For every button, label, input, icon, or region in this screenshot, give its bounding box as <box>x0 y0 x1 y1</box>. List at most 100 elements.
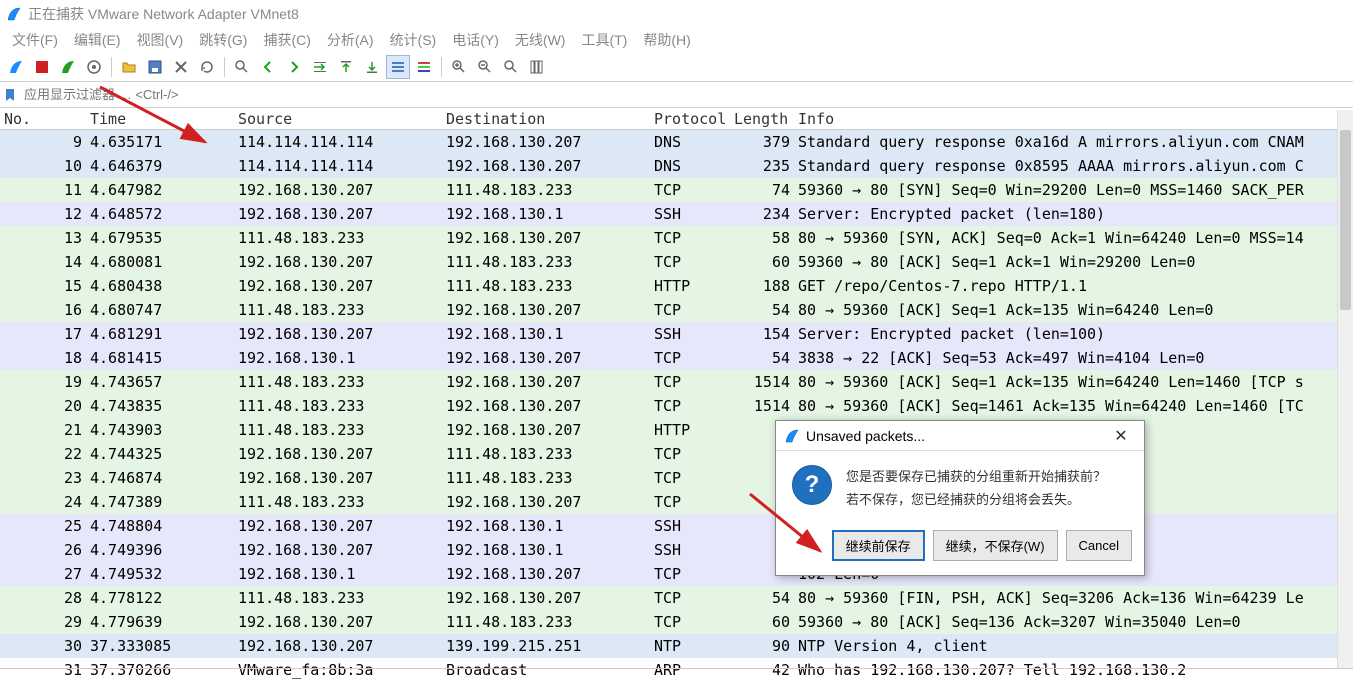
menu-capture[interactable]: 捕获(C) <box>257 28 316 52</box>
header-length[interactable]: Length <box>734 110 798 128</box>
packet-row[interactable]: 194.743657111.48.183.233192.168.130.207T… <box>0 370 1353 394</box>
cell-info: Server: Encrypted packet (len=180) <box>798 205 1353 223</box>
go-last-icon[interactable] <box>360 55 384 79</box>
cell-time: 4.680438 <box>90 277 238 295</box>
packet-row[interactable]: 3037.333085192.168.130.207139.199.215.25… <box>0 634 1353 658</box>
close-icon[interactable]: ✕ <box>1106 421 1136 451</box>
go-first-icon[interactable] <box>334 55 358 79</box>
menu-file[interactable]: 文件(F) <box>6 28 64 52</box>
save-file-icon[interactable] <box>143 55 167 79</box>
packet-row[interactable]: 234.746874192.168.130.207111.48.183.233T… <box>0 466 1353 490</box>
packet-row[interactable]: 274.749532192.168.130.1192.168.130.207TC… <box>0 562 1353 586</box>
cell-info: Server: Encrypted packet (len=100) <box>798 325 1353 343</box>
capture-options-icon[interactable] <box>82 55 106 79</box>
menu-view[interactable]: 视图(V) <box>131 28 190 52</box>
cell-source: 192.168.130.207 <box>238 325 446 343</box>
header-no[interactable]: No. <box>0 110 90 128</box>
cell-protocol: TCP <box>654 373 734 391</box>
colorize-icon[interactable] <box>412 55 436 79</box>
start-capture-icon[interactable] <box>4 55 28 79</box>
packet-row[interactable]: 294.779639192.168.130.207111.48.183.233T… <box>0 610 1353 634</box>
stop-capture-icon[interactable] <box>30 55 54 79</box>
dialog-title-text: Unsaved packets... <box>806 428 1106 444</box>
packet-row[interactable]: 244.747389111.48.183.233192.168.130.207T… <box>0 490 1353 514</box>
packet-row[interactable]: 94.635171114.114.114.114192.168.130.207D… <box>0 130 1353 154</box>
cell-source: 192.168.130.1 <box>238 349 446 367</box>
packet-row[interactable]: 174.681291192.168.130.207192.168.130.1SS… <box>0 322 1353 346</box>
open-file-icon[interactable] <box>117 55 141 79</box>
cancel-button[interactable]: Cancel <box>1066 530 1132 561</box>
packet-row[interactable]: 114.647982192.168.130.207111.48.183.233T… <box>0 178 1353 202</box>
cell-no: 26 <box>0 541 90 559</box>
cell-no: 21 <box>0 421 90 439</box>
packet-row[interactable]: 164.680747111.48.183.233192.168.130.207T… <box>0 298 1353 322</box>
go-to-packet-icon[interactable] <box>308 55 332 79</box>
packet-row[interactable]: 144.680081192.168.130.207111.48.183.233T… <box>0 250 1353 274</box>
vertical-scrollbar[interactable] <box>1337 110 1353 668</box>
packet-row[interactable]: 224.744325192.168.130.207111.48.183.233T… <box>0 442 1353 466</box>
packet-row[interactable]: 284.778122111.48.183.233192.168.130.207T… <box>0 586 1353 610</box>
cell-protocol: TCP <box>654 301 734 319</box>
packet-row[interactable]: 184.681415192.168.130.1192.168.130.207TC… <box>0 346 1353 370</box>
menu-edit[interactable]: 编辑(E) <box>68 28 127 52</box>
cell-source: 111.48.183.233 <box>238 301 446 319</box>
packet-row[interactable]: 254.748804192.168.130.207192.168.130.1SS… <box>0 514 1353 538</box>
cell-time: 4.681291 <box>90 325 238 343</box>
packet-row[interactable]: 264.749396192.168.130.207192.168.130.1SS… <box>0 538 1353 562</box>
cell-no: 11 <box>0 181 90 199</box>
cell-length: 379 <box>734 133 798 151</box>
cell-source: 114.114.114.114 <box>238 133 446 151</box>
menu-analyze[interactable]: 分析(A) <box>321 28 380 52</box>
header-protocol[interactable]: Protocol <box>654 110 734 128</box>
zoom-reset-icon[interactable] <box>499 55 523 79</box>
cell-destination: 111.48.183.233 <box>446 277 654 295</box>
cell-protocol: TCP <box>654 493 734 511</box>
packet-row[interactable]: 154.680438192.168.130.207111.48.183.233H… <box>0 274 1353 298</box>
header-destination[interactable]: Destination <box>446 110 654 128</box>
header-time[interactable]: Time <box>90 110 238 128</box>
cell-no: 22 <box>0 445 90 463</box>
menu-help[interactable]: 帮助(H) <box>637 28 696 52</box>
dialog-line2: 若不保存，您已经捕获的分组将会丢失。 <box>846 488 1106 511</box>
continue-without-save-button[interactable]: 继续，不保存(W) <box>933 530 1058 561</box>
go-back-icon[interactable] <box>256 55 280 79</box>
cell-info: 80 → 59360 [ACK] Seq=1 Ack=135 Win=64240… <box>798 301 1353 319</box>
cell-source: 192.168.130.207 <box>238 541 446 559</box>
packet-row[interactable]: 204.743835111.48.183.233192.168.130.207T… <box>0 394 1353 418</box>
packet-row[interactable]: 214.743903111.48.183.233192.168.130.207H… <box>0 418 1353 442</box>
menu-tools[interactable]: 工具(T) <box>575 28 633 52</box>
dialog-titlebar[interactable]: Unsaved packets... ✕ <box>776 421 1144 451</box>
display-filter-input[interactable] <box>20 85 1353 104</box>
find-icon[interactable] <box>230 55 254 79</box>
cell-protocol: TCP <box>654 469 734 487</box>
zoom-in-icon[interactable] <box>447 55 471 79</box>
cell-protocol: NTP <box>654 637 734 655</box>
zoom-out-icon[interactable] <box>473 55 497 79</box>
packet-row[interactable]: 104.646379114.114.114.114192.168.130.207… <box>0 154 1353 178</box>
cell-destination: 111.48.183.233 <box>446 469 654 487</box>
cell-source: 114.114.114.114 <box>238 157 446 175</box>
save-before-continue-button[interactable]: 继续前保存 <box>832 530 925 561</box>
menu-wireless[interactable]: 无线(W) <box>509 28 572 52</box>
close-file-icon[interactable] <box>169 55 193 79</box>
menu-go[interactable]: 跳转(G) <box>193 28 253 52</box>
packet-list[interactable]: 94.635171114.114.114.114192.168.130.207D… <box>0 130 1353 682</box>
cell-source: 192.168.130.207 <box>238 517 446 535</box>
dialog-line1: 您是否要保存已捕获的分组重新开始捕获前？ <box>846 465 1106 488</box>
reload-icon[interactable] <box>195 55 219 79</box>
scrollbar-thumb[interactable] <box>1340 130 1351 310</box>
header-info[interactable]: Info <box>798 110 1353 128</box>
go-forward-icon[interactable] <box>282 55 306 79</box>
cell-protocol: TCP <box>654 181 734 199</box>
menu-telephony[interactable]: 电话(Y) <box>446 28 505 52</box>
restart-capture-icon[interactable] <box>56 55 80 79</box>
filter-bookmark-icon[interactable] <box>0 88 20 102</box>
header-source[interactable]: Source <box>238 110 446 128</box>
auto-scroll-icon[interactable] <box>386 55 410 79</box>
cell-time: 4.743657 <box>90 373 238 391</box>
resize-columns-icon[interactable] <box>525 55 549 79</box>
menu-stats[interactable]: 统计(S) <box>384 28 443 52</box>
cell-destination: 111.48.183.233 <box>446 181 654 199</box>
packet-row[interactable]: 134.679535111.48.183.233192.168.130.207T… <box>0 226 1353 250</box>
packet-row[interactable]: 124.648572192.168.130.207192.168.130.1SS… <box>0 202 1353 226</box>
